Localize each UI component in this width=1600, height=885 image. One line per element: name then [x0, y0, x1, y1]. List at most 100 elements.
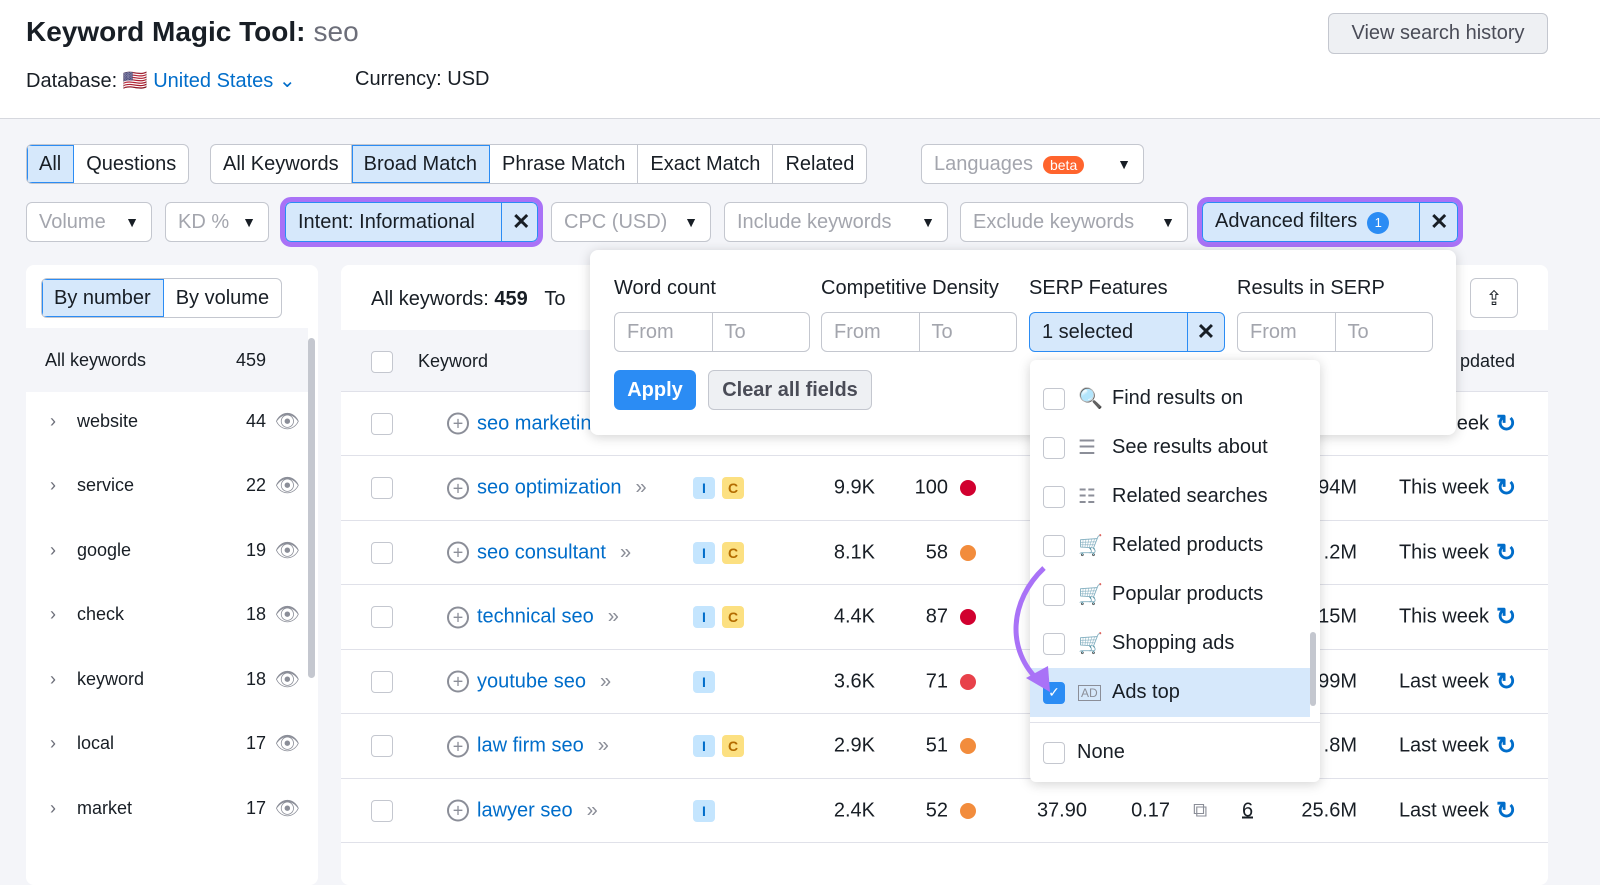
- refresh-icon[interactable]: ↻: [1496, 474, 1516, 503]
- add-icon[interactable]: +: [447, 541, 469, 564]
- keyword-link[interactable]: + seo consultant »: [447, 541, 631, 564]
- by-volume-button[interactable]: By volume: [164, 279, 281, 317]
- double-chevron-icon[interactable]: »: [608, 606, 619, 629]
- sidebar-scrollbar[interactable]: [308, 338, 315, 678]
- refresh-icon[interactable]: ↻: [1496, 409, 1516, 438]
- double-chevron-icon[interactable]: »: [636, 477, 647, 500]
- results-from-input[interactable]: From: [1238, 313, 1336, 351]
- database-selector[interactable]: Database: 🇺🇸 United States ⌄: [26, 68, 296, 93]
- keyword-link[interactable]: + law firm seo »: [447, 735, 609, 758]
- add-icon[interactable]: +: [447, 735, 469, 757]
- exclude-keywords-filter[interactable]: Exclude keywords ▼: [960, 202, 1188, 242]
- languages-dropdown[interactable]: Languages beta ▼: [921, 144, 1144, 184]
- double-chevron-icon[interactable]: »: [600, 670, 611, 693]
- keyword-text[interactable]: law firm seo: [477, 735, 584, 758]
- chevron-right-icon[interactable]: ›: [50, 798, 56, 819]
- chevron-right-icon[interactable]: ›: [50, 475, 56, 496]
- tab-all[interactable]: All: [27, 145, 75, 183]
- keyword-text[interactable]: youtube seo: [477, 670, 586, 693]
- refresh-icon[interactable]: ↻: [1496, 667, 1516, 696]
- serp-option[interactable]: ☰ See results about: [1030, 423, 1310, 472]
- add-icon[interactable]: +: [447, 799, 469, 822]
- volume-filter[interactable]: Volume ▼: [26, 202, 152, 242]
- serp-icon[interactable]: ⧉: [1193, 799, 1207, 822]
- row-checkbox[interactable]: [371, 477, 393, 499]
- tab-related[interactable]: Related: [773, 145, 866, 183]
- apply-button[interactable]: Apply: [614, 370, 696, 410]
- clear-all-fields-button[interactable]: Clear all fields: [708, 370, 872, 410]
- word-count-from-input[interactable]: From: [615, 313, 713, 351]
- add-icon[interactable]: +: [447, 412, 469, 435]
- eye-icon[interactable]: 👁: [275, 731, 300, 756]
- serp-option[interactable]: 🔍 Find results on: [1030, 374, 1310, 423]
- keyword-text[interactable]: seo optimization: [477, 477, 622, 500]
- eye-icon[interactable]: 👁: [275, 473, 300, 498]
- keyword-link[interactable]: + youtube seo »: [447, 670, 611, 693]
- checkbox[interactable]: [1043, 387, 1065, 410]
- sidebar-item-service[interactable]: › service 22 👁: [26, 454, 308, 518]
- eye-icon[interactable]: 👁: [275, 538, 300, 563]
- chevron-right-icon[interactable]: ›: [50, 733, 56, 754]
- add-icon[interactable]: +: [447, 606, 469, 628]
- comp-density-from-input[interactable]: From: [822, 313, 920, 351]
- tab-broad-match[interactable]: Broad Match: [351, 145, 490, 183]
- tab-all-keywords[interactable]: All Keywords: [211, 145, 352, 183]
- add-icon[interactable]: +: [447, 670, 469, 693]
- row-checkbox[interactable]: [371, 735, 393, 757]
- sidebar-item-website[interactable]: › website 44 👁: [26, 389, 308, 453]
- clear-advanced-icon[interactable]: ✕: [1419, 203, 1457, 241]
- checkbox[interactable]: [1043, 534, 1065, 557]
- checkbox[interactable]: [1043, 741, 1065, 764]
- double-chevron-icon[interactable]: »: [620, 541, 631, 564]
- keyword-text[interactable]: technical seo: [477, 606, 594, 629]
- kd-filter[interactable]: KD % ▼: [165, 202, 269, 242]
- chevron-right-icon[interactable]: ›: [50, 669, 56, 690]
- advanced-filters-button[interactable]: Advanced filters 1 ✕: [1197, 197, 1463, 247]
- select-all-checkbox[interactable]: [371, 351, 393, 373]
- intent-filter[interactable]: Intent: Informational ✕: [280, 197, 543, 247]
- keyword-link[interactable]: + technical seo »: [447, 606, 619, 629]
- clear-intent-icon[interactable]: ✕: [501, 203, 537, 241]
- checkbox[interactable]: [1043, 485, 1065, 508]
- chevron-right-icon[interactable]: ›: [50, 411, 56, 432]
- tab-phrase-match[interactable]: Phrase Match: [490, 145, 639, 183]
- eye-icon[interactable]: 👁: [275, 409, 300, 434]
- eye-icon[interactable]: 👁: [275, 796, 300, 821]
- row-checkbox[interactable]: [371, 541, 393, 564]
- by-number-button[interactable]: By number: [42, 279, 164, 317]
- row-checkbox[interactable]: [371, 606, 393, 628]
- serp-count[interactable]: 6: [1242, 799, 1253, 822]
- refresh-icon[interactable]: ↻: [1496, 603, 1516, 632]
- checkbox[interactable]: [1043, 436, 1065, 459]
- sidebar-item-market[interactable]: › market 17 👁: [26, 776, 308, 840]
- sidebar-item-keyword[interactable]: › keyword 18 👁: [26, 647, 308, 711]
- keyword-text[interactable]: seo consultant: [477, 541, 606, 564]
- eye-icon[interactable]: 👁: [275, 667, 300, 692]
- keyword-text[interactable]: seo marketing: [477, 412, 603, 435]
- clear-serp-icon[interactable]: ✕: [1188, 313, 1224, 351]
- word-count-to-input[interactable]: To: [713, 313, 810, 351]
- sidebar-item-google[interactable]: › google 19 👁: [26, 518, 308, 582]
- eye-icon[interactable]: 👁: [275, 602, 300, 627]
- row-checkbox[interactable]: [371, 799, 393, 822]
- sidebar-all-keywords[interactable]: All keywords 459: [26, 328, 308, 392]
- comp-density-to-input[interactable]: To: [920, 313, 1017, 351]
- include-keywords-filter[interactable]: Include keywords ▼: [724, 202, 948, 242]
- tab-questions[interactable]: Questions: [74, 145, 188, 183]
- sidebar-item-local[interactable]: › local 17 👁: [26, 712, 308, 776]
- menu-scrollbar[interactable]: [1310, 632, 1316, 706]
- keyword-link[interactable]: + lawyer seo »: [447, 799, 598, 822]
- serp-option[interactable]: 🛒 Shopping ads: [1030, 619, 1310, 668]
- serp-option[interactable]: 🛒 Related products: [1030, 521, 1310, 570]
- database-value[interactable]: United States: [153, 70, 273, 92]
- refresh-icon[interactable]: ↻: [1496, 796, 1516, 825]
- row-checkbox[interactable]: [371, 670, 393, 693]
- serp-features-select[interactable]: 1 selected ✕: [1029, 312, 1225, 352]
- keyword-link[interactable]: + seo optimization »: [447, 477, 647, 500]
- export-icon[interactable]: ⇪: [1470, 278, 1518, 318]
- chevron-right-icon[interactable]: ›: [50, 604, 56, 625]
- serp-option[interactable]: 🛒 Popular products: [1030, 570, 1310, 619]
- double-chevron-icon[interactable]: »: [587, 799, 598, 822]
- results-to-input[interactable]: To: [1336, 313, 1433, 351]
- serp-option-none[interactable]: None: [1030, 728, 1310, 777]
